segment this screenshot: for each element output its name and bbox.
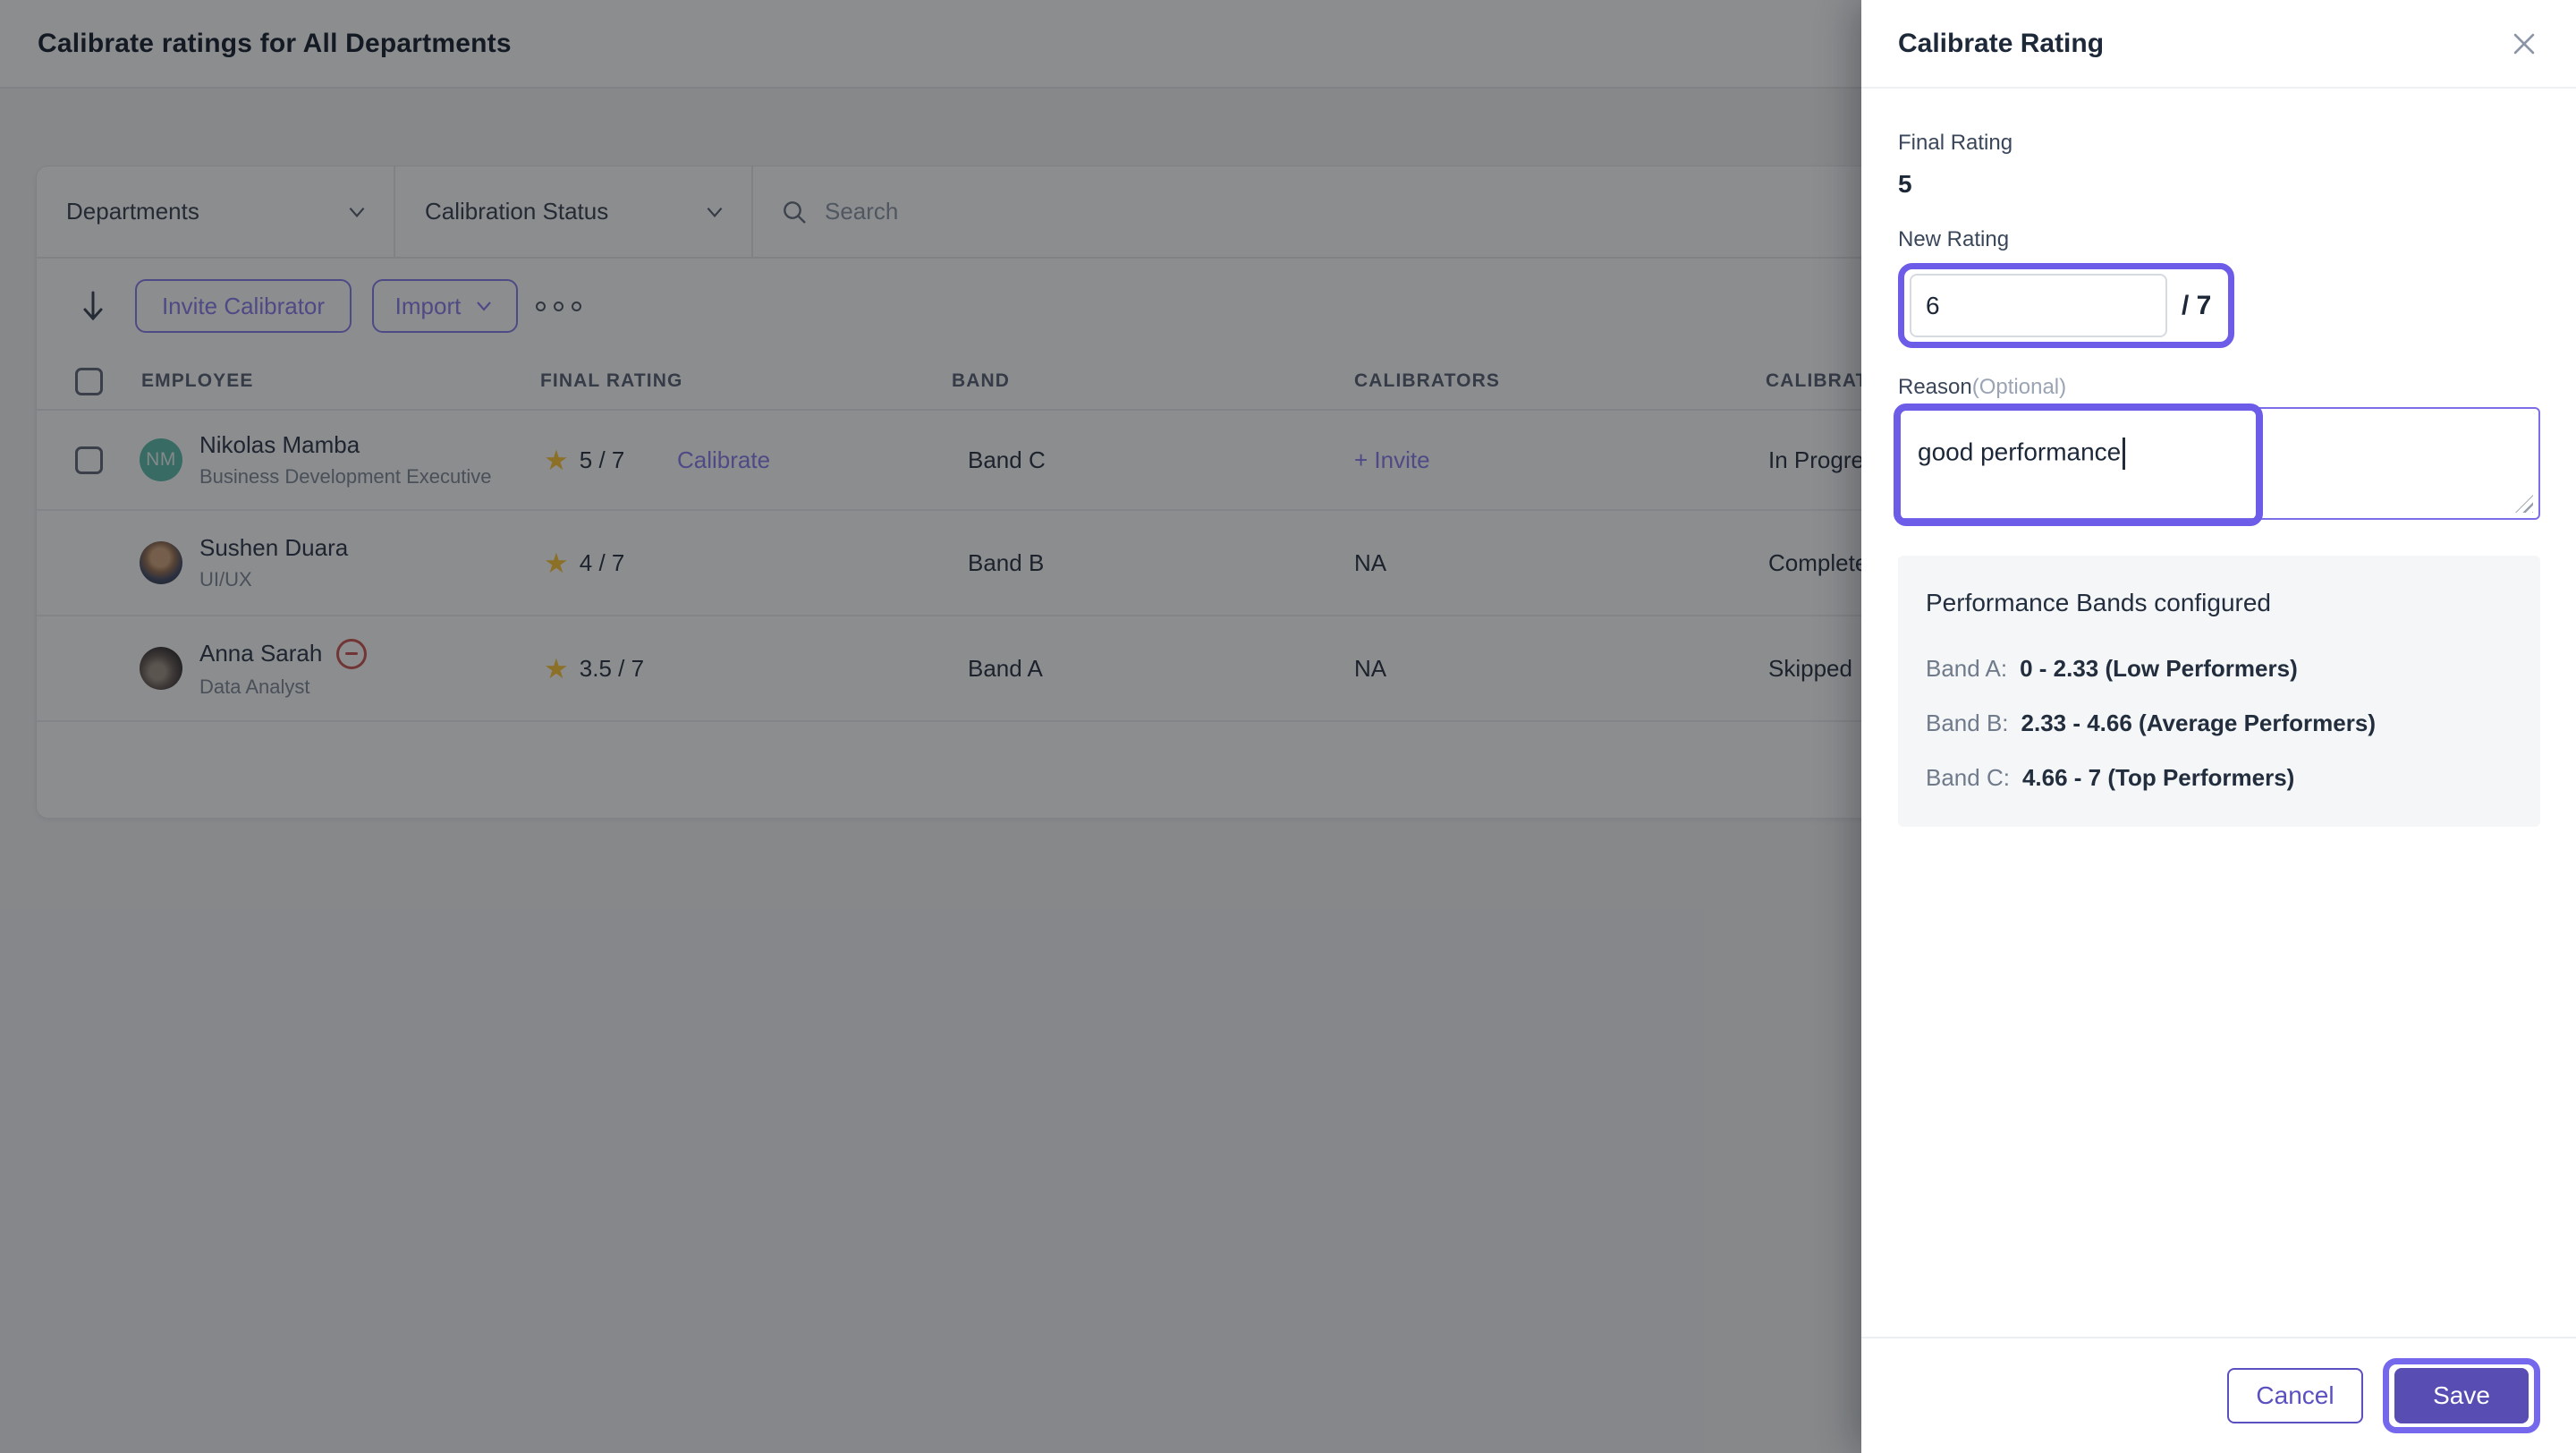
band-item: Band C: 4.66 - 7 (Top Performers): [1926, 751, 2522, 805]
panel-footer: Cancel Save: [1861, 1337, 2576, 1453]
panel-title: Calibrate Rating: [1898, 28, 2105, 58]
panel-header: Calibrate Rating: [1861, 0, 2576, 89]
reason-optional-hint: (Optional): [1971, 375, 2067, 399]
save-button[interactable]: Save: [2394, 1368, 2529, 1423]
resize-handle-icon[interactable]: [2515, 495, 2533, 513]
new-rating-label: New Rating: [1898, 227, 2010, 251]
band-label: Band C:: [1926, 764, 2010, 791]
cancel-button[interactable]: Cancel: [2227, 1368, 2363, 1423]
band-item: Band B: 2.33 - 4.66 (Average Performers): [1926, 696, 2522, 751]
new-rating-max: / 7: [2182, 290, 2212, 320]
band-item: Band A: 0 - 2.33 (Low Performers): [1926, 642, 2522, 696]
band-range: 4.66 - 7 (Top Performers): [2021, 764, 2295, 791]
band-label: Band B:: [1926, 710, 2009, 736]
reason-field-wrap: good performance: [1894, 404, 2540, 526]
save-button-highlight: Save: [2383, 1358, 2540, 1433]
performance-bands-list: Band A: 0 - 2.33 (Low Performers) Band B…: [1926, 642, 2522, 805]
performance-bands-title: Performance Bands configured: [1926, 589, 2271, 616]
final-rating-current-value: 5: [1898, 170, 1912, 198]
reason-textarea[interactable]: good performance: [1898, 407, 2540, 520]
calibrate-rating-panel: Calibrate Rating Final Rating 5 New Rati…: [1861, 0, 2576, 1453]
final-rating-label: Final Rating: [1898, 131, 2013, 155]
new-rating-input[interactable]: [1910, 274, 2167, 337]
band-label: Band A:: [1926, 655, 2008, 682]
text-caret: [2123, 438, 2126, 470]
new-rating-field-highlight: / 7: [1898, 263, 2234, 348]
performance-bands-card: Performance Bands configured Band A: 0 -…: [1898, 556, 2540, 827]
panel-body: Final Rating 5 New Rating / 7 Reason(Opt…: [1861, 89, 2576, 1337]
close-icon[interactable]: [2506, 26, 2542, 62]
band-range: 0 - 2.33 (Low Performers): [2020, 655, 2298, 682]
band-range: 2.33 - 4.66 (Average Performers): [2021, 710, 2376, 736]
reason-label: Reason(Optional): [1898, 375, 2067, 399]
